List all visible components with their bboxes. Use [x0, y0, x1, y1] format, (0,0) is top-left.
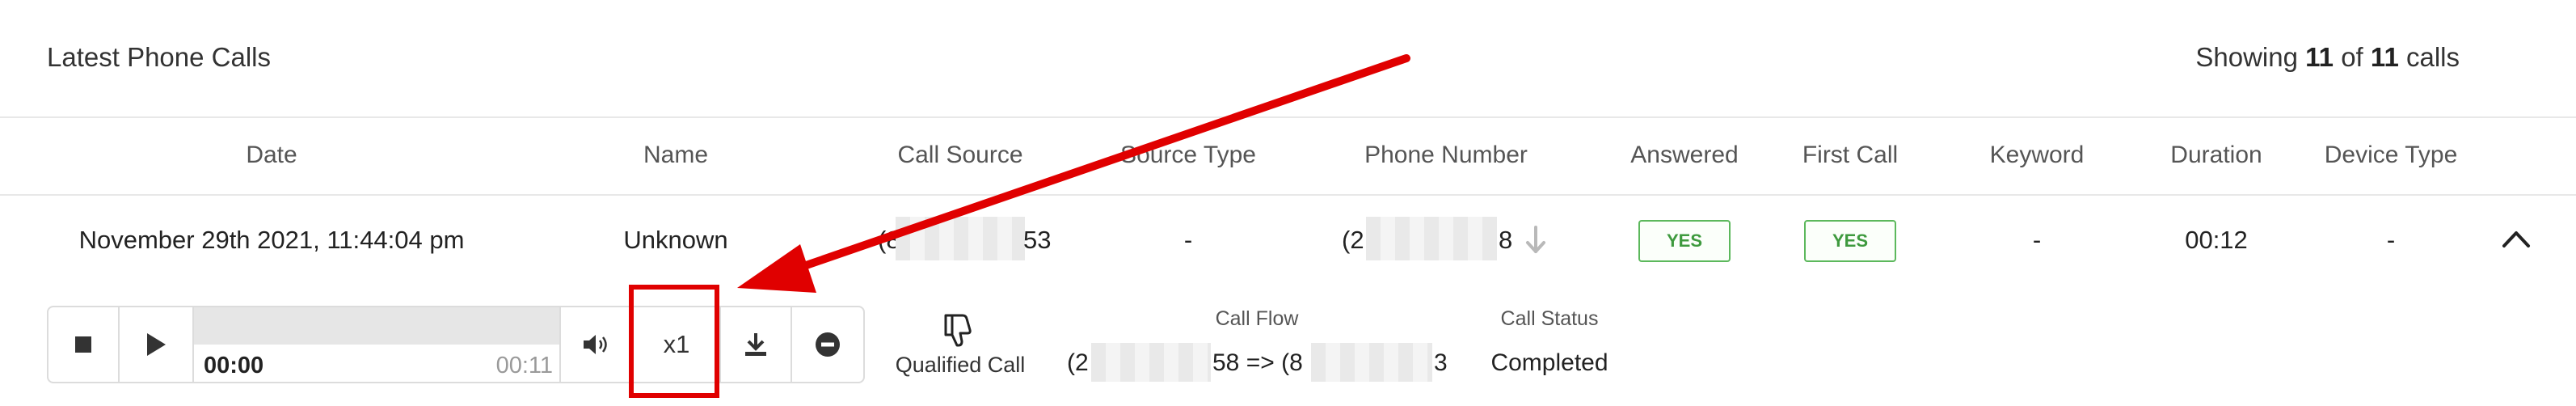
- cell-call-source-end: 53: [1023, 226, 1052, 254]
- header-divider: [0, 116, 2576, 118]
- showing-count-value: 11: [2305, 42, 2334, 72]
- play-icon: [147, 333, 166, 356]
- download-icon: [745, 333, 766, 356]
- column-header-first-call[interactable]: First Call: [1802, 142, 1898, 169]
- cell-source-type: -: [1183, 226, 1193, 254]
- chevron-up-icon[interactable]: [2501, 228, 2532, 249]
- column-header-duration[interactable]: Duration: [2170, 142, 2262, 169]
- call-status-label: Call Status: [1500, 307, 1599, 330]
- arrow-down-icon[interactable]: [1524, 225, 1547, 256]
- showing-total-value: 11: [2370, 42, 2399, 72]
- redacted-call-flow-to: [1311, 343, 1432, 382]
- remove-button[interactable]: [792, 307, 863, 382]
- answered-badge: YES: [1638, 220, 1731, 262]
- column-header-keyword[interactable]: Keyword: [1990, 142, 2085, 169]
- annotation-highlight-box: [629, 285, 719, 398]
- call-flow-label: Call Flow: [1215, 307, 1299, 330]
- call-flow-start: (2: [1067, 349, 1089, 376]
- column-header-device-type[interactable]: Device Type: [2325, 142, 2458, 169]
- volume-icon: [584, 335, 607, 354]
- cell-keyword: -: [2032, 226, 2042, 254]
- volume-button[interactable]: [561, 307, 632, 382]
- panel-title: Latest Phone Calls: [47, 42, 272, 72]
- call-status-value: Completed: [1490, 349, 1608, 376]
- column-header-divider: [0, 194, 2576, 196]
- column-header-answered[interactable]: Answered: [1630, 142, 1738, 169]
- cell-phone-start: (2: [1342, 226, 1364, 254]
- column-header-date[interactable]: Date: [246, 142, 297, 169]
- column-header-phone-number[interactable]: Phone Number: [1364, 142, 1528, 169]
- column-header-name[interactable]: Name: [643, 142, 708, 169]
- download-button[interactable]: [721, 307, 791, 382]
- cell-name: Unknown: [623, 226, 728, 254]
- redacted-call-source: [896, 217, 1025, 260]
- cell-device-type: -: [2386, 226, 2396, 254]
- first-call-badge: YES: [1804, 220, 1896, 262]
- minus-circle-icon: [816, 332, 840, 357]
- column-header-call-source[interactable]: Call Source: [897, 142, 1022, 169]
- showing-of: of: [2341, 42, 2363, 72]
- progress-bar[interactable]: [194, 307, 559, 345]
- cell-duration: 00:12: [2185, 226, 2248, 254]
- redacted-phone-number: [1366, 217, 1497, 260]
- stop-icon: [75, 336, 91, 353]
- call-flow-end: 3: [1434, 349, 1448, 376]
- progress-track[interactable]: 00:00 00:11: [194, 307, 559, 382]
- thumbs-down-icon[interactable]: [941, 311, 978, 348]
- showing-prefix: Showing: [2195, 42, 2298, 72]
- call-flow-mid: 58 => (8: [1212, 349, 1303, 376]
- current-time: 00:00: [204, 353, 264, 379]
- cell-phone-end: 8: [1499, 226, 1513, 254]
- play-button[interactable]: [120, 307, 192, 382]
- audio-player: 00:00 00:11 x1: [47, 306, 865, 383]
- column-header-source-type[interactable]: Source Type: [1120, 142, 1256, 169]
- qualified-call-label: Qualified Call: [895, 353, 1026, 377]
- cell-date: November 29th 2021, 11:44:04 pm: [78, 226, 465, 254]
- stop-button[interactable]: [48, 307, 118, 382]
- redacted-call-flow-from: [1091, 343, 1211, 382]
- showing-suffix: calls: [2405, 42, 2460, 72]
- showing-count: Showing 11 of 11 calls: [2195, 42, 2460, 73]
- total-time: 00:11: [495, 353, 553, 379]
